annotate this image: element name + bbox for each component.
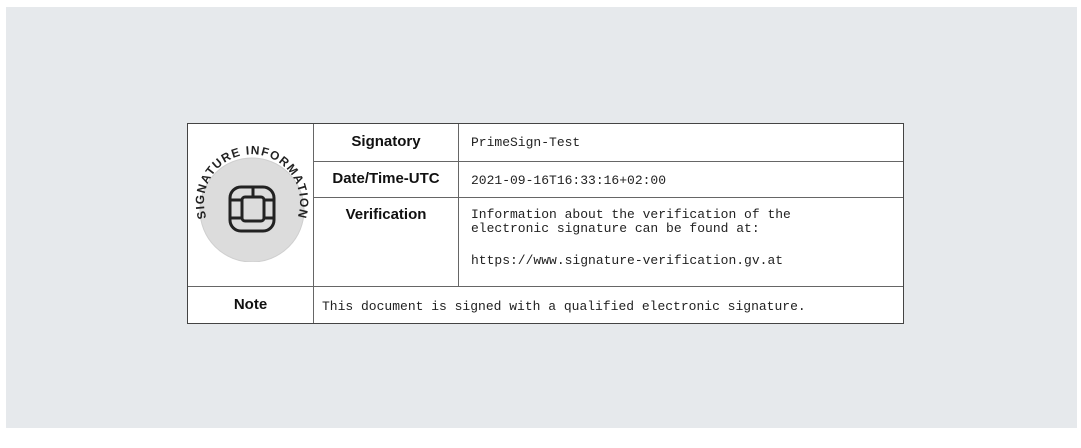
verification-line1: Information about the verification of th…	[471, 207, 791, 222]
verification-label: Verification	[345, 206, 427, 223]
signature-seal: SIGNATURE INFORMATION	[192, 130, 312, 263]
verification-line2: electronic signature can be found at:	[471, 221, 760, 236]
divider	[313, 161, 903, 162]
signature-block: SIGNATURE INFORMATION Signatory PrimeSig…	[187, 123, 904, 324]
verification-url[interactable]: https://www.signature-verification.gv.at	[471, 253, 891, 268]
datetime-value: 2021-09-16T16:33:16+02:00	[471, 173, 667, 188]
divider	[313, 286, 314, 323]
note-label: Note	[233, 296, 268, 313]
divider	[188, 286, 903, 287]
signatory-value: PrimeSign-Test	[471, 135, 581, 150]
divider	[458, 124, 459, 286]
datetime-label: Date/Time-UTC	[332, 170, 440, 187]
note-value: This document is signed with a qualified…	[322, 299, 806, 314]
signatory-label: Signatory	[351, 133, 421, 150]
divider	[313, 197, 903, 198]
chip-seal-icon: SIGNATURE INFORMATION	[193, 143, 310, 263]
